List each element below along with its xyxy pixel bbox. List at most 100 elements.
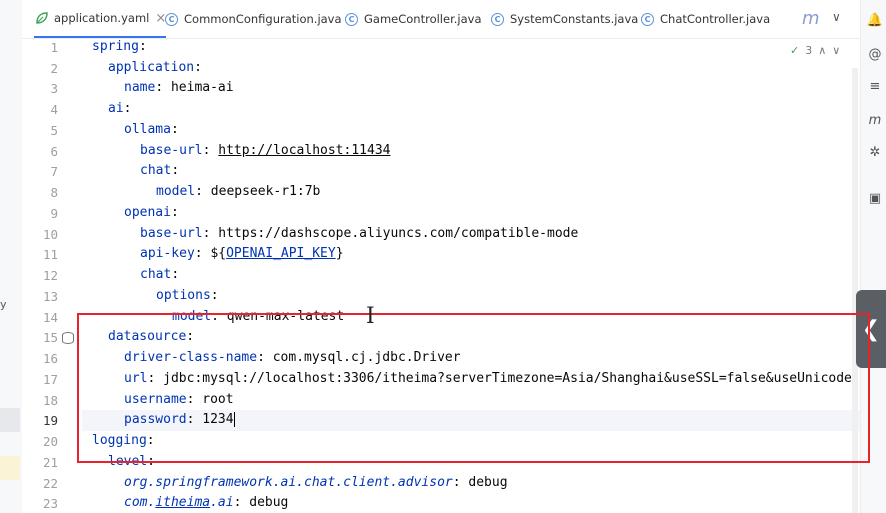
code-line: options: (156, 288, 219, 303)
maven-icon[interactable]: m (867, 112, 883, 128)
line-number: 13 (42, 289, 58, 304)
url-link[interactable]: http://localhost:11434 (218, 143, 390, 158)
code-token: base-url (140, 226, 203, 241)
code-token: : (170, 122, 179, 137)
project-tree-selected-row[interactable] (0, 408, 20, 432)
project-panel-edge: y (0, 0, 22, 513)
line-number: 21 (42, 455, 58, 470)
line-number: 11 (42, 247, 58, 262)
line-number: 15 (42, 330, 58, 345)
code-line: chat: (140, 267, 179, 282)
code-token: api-key (140, 246, 195, 261)
code-line: ollama: (124, 122, 179, 137)
code-token: .ai (210, 495, 234, 510)
code-token: openai (124, 205, 171, 220)
line-number-current: 19 (42, 413, 58, 428)
inspection-widget[interactable]: ✓ 3 ∧ ∨ (790, 44, 840, 57)
code-token: options (156, 288, 211, 303)
code-token: org.springframework.ai.chat.client.advis… (124, 475, 453, 490)
next-highlight-icon[interactable]: ∨ (832, 44, 840, 57)
code-token: : (171, 267, 180, 282)
code-token: : (233, 495, 250, 510)
tab-systemconstants-java[interactable]: C SystemConstants.java (490, 0, 638, 38)
database-gutter-icon[interactable] (62, 332, 74, 344)
tab-label: SystemConstants.java (510, 12, 639, 26)
code-token: deepseek-r1:7b (210, 184, 321, 199)
chevron-down-icon[interactable]: ∨ (832, 10, 841, 24)
ai-assistant-icon[interactable]: @ (867, 46, 883, 62)
code-line: chat: (140, 163, 179, 178)
code-token: name (124, 80, 156, 95)
line-number: 12 (42, 268, 58, 283)
line-number: 22 (42, 476, 58, 491)
tab-commonconfiguration-java[interactable]: C CommonConfiguration.java (164, 0, 342, 38)
code-line: org.springframework.ai.chat.client.advis… (124, 475, 508, 490)
tab-gamecontroller-java[interactable]: C GameController.java (344, 0, 482, 38)
line-number: 3 (50, 81, 58, 96)
code-line: base-url: https://dashscope.aliyuncs.com… (140, 226, 578, 241)
code-token: base-url (140, 143, 203, 158)
code-line: ai: (108, 101, 131, 116)
code-token: } (335, 246, 344, 261)
plugin-icon[interactable]: ✲ (867, 144, 883, 160)
code-token: : (202, 143, 219, 158)
code-token: debug (468, 475, 508, 490)
notifications-icon[interactable]: 🔔 (867, 12, 883, 28)
code-token: ollama (124, 122, 171, 137)
code-token: : (452, 475, 469, 490)
class-icon: C (164, 12, 179, 27)
previous-highlight-icon[interactable]: ∧ (818, 44, 826, 57)
code-token: chat (140, 163, 172, 178)
line-number: 5 (50, 123, 58, 138)
line-number: 10 (42, 227, 58, 242)
line-number: 23 (42, 496, 58, 511)
line-number: 17 (42, 372, 58, 387)
class-icon: C (490, 12, 505, 27)
tab-label: CommonConfiguration.java (184, 12, 342, 26)
tab-label: GameController.java (364, 12, 482, 26)
code-token: : (194, 246, 211, 261)
code-token: : (155, 80, 171, 95)
code-token: chat (140, 267, 172, 282)
code-token: : (195, 184, 211, 199)
inspection-count: 3 (805, 44, 813, 57)
code-line: name: heima-ai (124, 80, 234, 95)
tab-label: application.yaml (54, 11, 150, 25)
code-line: api-key: ${OPENAI_API_KEY} (140, 246, 344, 261)
code-line: com.itheima.ai: debug (124, 495, 288, 510)
code-line: model: deepseek-r1:7b (156, 184, 320, 199)
tab-label: ChatController.java (660, 12, 771, 26)
tab-application-yaml[interactable]: application.yaml × (34, 0, 167, 38)
editor-tab-bar: application.yaml × C CommonConfiguration… (22, 0, 880, 39)
code-line: application: (108, 60, 202, 75)
code-token: : (170, 205, 179, 220)
line-number: 9 (50, 206, 58, 221)
class-icon: C (640, 12, 655, 27)
code-token: debug (249, 495, 289, 510)
more-tabs-icon[interactable]: m (802, 8, 820, 29)
code-token: spring (92, 39, 139, 54)
code-line: base-url: http://localhost:11434 (140, 143, 390, 158)
code-token: ${ (210, 246, 227, 261)
line-number: 14 (42, 310, 58, 325)
line-number: 1 (50, 40, 58, 55)
code-token: itheima (155, 495, 211, 510)
env-variable-link[interactable]: OPENAI_API_KEY (226, 246, 336, 261)
code-line: openai: (124, 205, 179, 220)
collapsed-tree-arrow: y (0, 298, 7, 311)
code-token: application (108, 60, 195, 75)
line-number: 4 (50, 102, 58, 117)
code-token: : (202, 226, 219, 241)
line-number: 8 (50, 185, 58, 200)
line-number: 20 (42, 434, 58, 449)
tab-chatcontroller-java[interactable]: C ChatController.java (640, 0, 770, 38)
project-tree-highlighted-row[interactable] (0, 456, 20, 480)
check-icon: ✓ (790, 44, 800, 57)
code-token: : (138, 39, 147, 54)
line-number: 7 (50, 164, 58, 179)
ibeam-cursor-icon: I (366, 304, 375, 329)
database-icon[interactable]: ≡ (867, 78, 883, 94)
code-token: https://dashscope.aliyuncs.com/compatibl… (218, 226, 579, 241)
line-number: 6 (50, 144, 58, 159)
structure-icon[interactable]: ▣ (867, 190, 883, 206)
